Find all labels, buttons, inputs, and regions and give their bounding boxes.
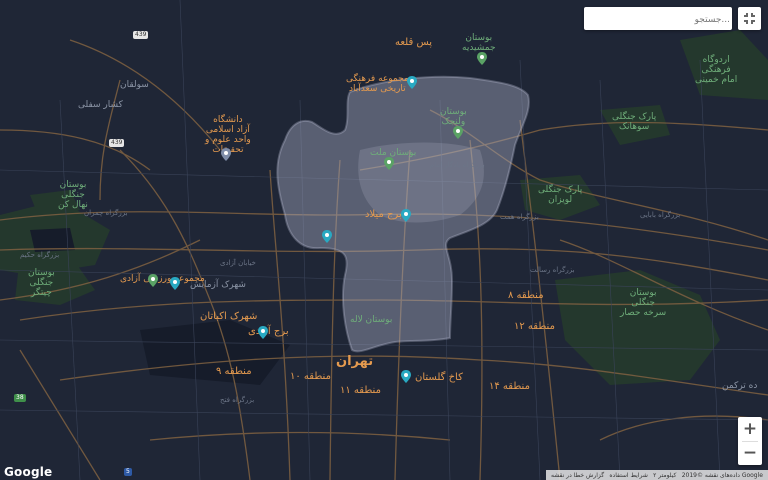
label-chitgar: بوستان جنگلی چیتگر [28, 268, 55, 298]
label-gandhi: بوستان جنگلی نهال کن [58, 180, 88, 210]
route-shield-5: 5 [124, 468, 132, 476]
label-jamshidieh: بوستان جمشیدیه [462, 33, 496, 53]
road-yadegar: بزرگراه یادگار امام [430, 161, 485, 169]
road-azadi: خیابان آزادی [220, 259, 256, 267]
route-shield-439a: 439 [133, 31, 149, 39]
label-sadabad: مجموعه فرهنگی تاریخی سعدآباد [346, 74, 409, 94]
label-golestan: کاخ گلستان [415, 372, 463, 383]
road-resalat: بزرگراه رسالت [530, 266, 575, 274]
road-hemmat: بزرگراه همت [500, 213, 539, 221]
label-turki: ده ترکمن [722, 381, 758, 391]
label-region-12: منطقه ۱۲ [514, 321, 555, 332]
label-region-8: منطقه ۸ [508, 290, 544, 301]
label-keshar: کشار سفلی [78, 100, 123, 110]
road-chamran: بزرگراه چمران [84, 209, 128, 217]
zoom-out-button[interactable]: − [738, 441, 762, 465]
fullscreen-button[interactable] [738, 7, 761, 30]
label-sorkhe-hesar: بوستان جنگلی سرخه حصار [620, 288, 667, 318]
fullscreen-exit-icon [744, 13, 755, 24]
landmark-pin-icon[interactable] [401, 370, 411, 383]
label-sulqan: سولقان [120, 80, 149, 90]
park-pin-icon[interactable] [384, 157, 394, 170]
zoom-in-button[interactable]: + [738, 417, 762, 441]
label-ekbatan: شهرک اکباتان [200, 311, 258, 322]
map-canvas[interactable]: پس قلعه بوستان جمشیدیه مجموعه فرهنگی تار… [0, 0, 768, 480]
park-pin-icon[interactable] [148, 274, 158, 287]
scale-label[interactable]: ۲ کیلومتر [653, 472, 676, 479]
landmark-pin-icon[interactable] [170, 277, 180, 290]
map-base-layer [0, 0, 768, 480]
google-logo[interactable]: Google [4, 465, 52, 479]
search-box [584, 7, 732, 32]
attribution-bar: گزارش خطا در نقشه شرایط استفاده ۲ کیلومت… [546, 470, 768, 480]
label-tehran: تهران [336, 354, 374, 369]
university-pin-icon[interactable] [221, 148, 231, 161]
landmark-pin-icon[interactable] [401, 209, 411, 222]
label-region-14: منطقه ۱۴ [489, 381, 530, 392]
road-fath: بزرگراه فتح [220, 396, 255, 404]
road-babayi: بزرگراه بابایی [640, 211, 681, 219]
route-shield-38: 38 [14, 394, 26, 402]
park-pin-icon[interactable] [453, 126, 463, 139]
map-data-credit: داده‌های نقشه ©2019 Google [681, 471, 763, 479]
report-error-link[interactable]: گزارش خطا در نقشه [551, 472, 604, 479]
label-sohanak: پارک جنگلی سوهانک [612, 112, 657, 132]
park-pin-icon[interactable] [477, 52, 487, 65]
terms-link[interactable]: شرایط استفاده [609, 472, 647, 479]
zoom-control: + − [738, 417, 762, 465]
label-region-10: منطقه ۱۰ [290, 371, 331, 382]
label-milad: برج میلاد [365, 209, 402, 220]
label-azar-sahar: شهرک آزمایش [190, 280, 246, 290]
label-lavizan: پارک جنگلی لویزان [538, 185, 583, 205]
label-azadi-tower: برج آزادی [248, 326, 289, 337]
road-hakim: بزرگراه حکیم [20, 251, 60, 259]
zoom-divider [742, 441, 758, 442]
label-laleh: بوستان لاله [350, 315, 393, 325]
landmark-pin-icon[interactable] [258, 326, 268, 339]
label-pasqaleh: پس قلعه [395, 37, 432, 48]
label-region-11: منطقه ۱۱ [340, 385, 381, 396]
label-artesh: اردوگاه فرهنگی امام خمینی [695, 55, 738, 85]
landmark-pin-icon[interactable] [407, 76, 417, 89]
landmark-pin-icon[interactable] [322, 230, 332, 243]
route-shield-439b: 439 [109, 139, 125, 147]
search-input[interactable] [588, 8, 732, 32]
label-velenjak: بوستان ولنجک [440, 107, 467, 127]
label-region-9: منطقه ۹ [216, 366, 252, 377]
